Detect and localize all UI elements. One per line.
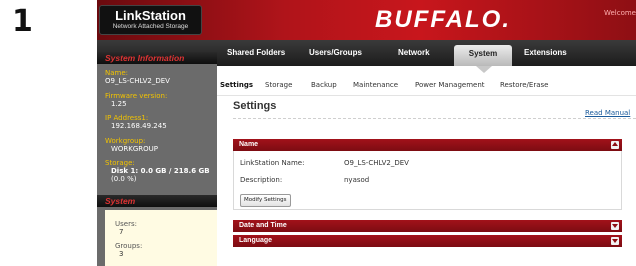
date-time-panel-header[interactable]: Date and Time [233, 220, 622, 232]
subnav-power-management[interactable]: Power Management [415, 81, 485, 89]
system-heading: System [97, 195, 217, 207]
description-label: Description: [240, 176, 283, 184]
sidebar-ip-label: IP Address1: [105, 114, 149, 122]
groups-count: 3 [119, 250, 124, 258]
read-manual-link[interactable]: Read Manual [585, 109, 630, 117]
sidebar-ip-value: 192.168.49.245 [111, 122, 167, 130]
sidebar-name-label: Name: [105, 69, 129, 77]
subnav-storage[interactable]: Storage [265, 81, 292, 89]
nav-network[interactable]: Network [398, 46, 430, 66]
sub-nav: Settings Storage Backup Maintenance Powe… [217, 75, 636, 96]
sidebar-workgroup-label: Workgroup: [105, 137, 146, 145]
sidebar-firmware-label: Firmware version: [105, 92, 168, 100]
date-time-panel-title: Date and Time [239, 222, 287, 229]
sidebar-storage-label: Storage: [105, 159, 135, 167]
subnav-backup[interactable]: Backup [311, 81, 337, 89]
sidebar-storage-value: Disk 1: 0.0 GB / 218.6 GB [111, 167, 210, 175]
users-label: Users: [115, 220, 137, 228]
groups-label: Groups: [115, 242, 143, 250]
nav-system[interactable]: System [454, 45, 512, 66]
name-panel-body: LinkStation Name: O9_LS-CHLV2_DEV Descri… [233, 151, 622, 210]
step-number: 1 [12, 4, 33, 39]
name-panel: Name LinkStation Name: O9_LS-CHLV2_DEV D… [233, 139, 622, 210]
nav-users-groups[interactable]: Users/Groups [309, 46, 362, 66]
language-panel-title: Language [239, 237, 273, 244]
expand-icon[interactable] [611, 237, 619, 245]
system-information-heading: System Information [97, 52, 217, 64]
welcome-text: Welcome [603, 9, 636, 17]
system-stats-box: Users: 7 Groups: 3 [105, 210, 217, 266]
nav-shared-folders[interactable]: Shared Folders [227, 46, 285, 66]
sidebar: System Information Name: O9_LS-CHLV2_DEV… [97, 52, 217, 266]
name-panel-header[interactable]: Name [233, 139, 622, 151]
collapse-icon[interactable] [611, 141, 619, 149]
users-count: 7 [119, 228, 124, 236]
linkstation-name-value: O9_LS-CHLV2_DEV [344, 159, 409, 167]
expand-icon[interactable] [611, 222, 619, 230]
name-panel-title: Name [239, 141, 259, 148]
page-title: Settings [233, 100, 277, 112]
language-panel: Language [233, 235, 622, 247]
active-nav-arrow-icon [476, 66, 492, 73]
linkstation-window: LinkStation Network Attached Storage BUF… [97, 0, 636, 266]
buffalo-brand-logo: BUFFALO. [375, 6, 511, 33]
sidebar-name-value: O9_LS-CHLV2_DEV [105, 77, 170, 85]
logo-title: LinkStation [115, 8, 186, 23]
linkstation-logo: LinkStation Network Attached Storage [99, 5, 202, 35]
sidebar-workgroup-value: WORKGROUP [111, 145, 159, 153]
subnav-restore-erase[interactable]: Restore/Erase [500, 81, 548, 89]
description-value: nyasod [344, 176, 370, 184]
linkstation-name-label: LinkStation Name: [240, 159, 305, 167]
subnav-maintenance[interactable]: Maintenance [353, 81, 398, 89]
sidebar-firmware-value: 1.25 [111, 100, 127, 108]
subnav-settings[interactable]: Settings [220, 81, 253, 89]
nav-extensions[interactable]: Extensions [524, 46, 567, 66]
logo-subtitle: Network Attached Storage [112, 23, 189, 30]
language-panel-header[interactable]: Language [233, 235, 622, 247]
title-divider [233, 118, 636, 119]
modify-settings-button[interactable]: Modify Settings [240, 194, 291, 207]
date-time-panel: Date and Time [233, 220, 622, 232]
header-banner: LinkStation Network Attached Storage BUF… [97, 0, 636, 40]
sidebar-storage-percent: (0.0 %) [111, 175, 137, 183]
